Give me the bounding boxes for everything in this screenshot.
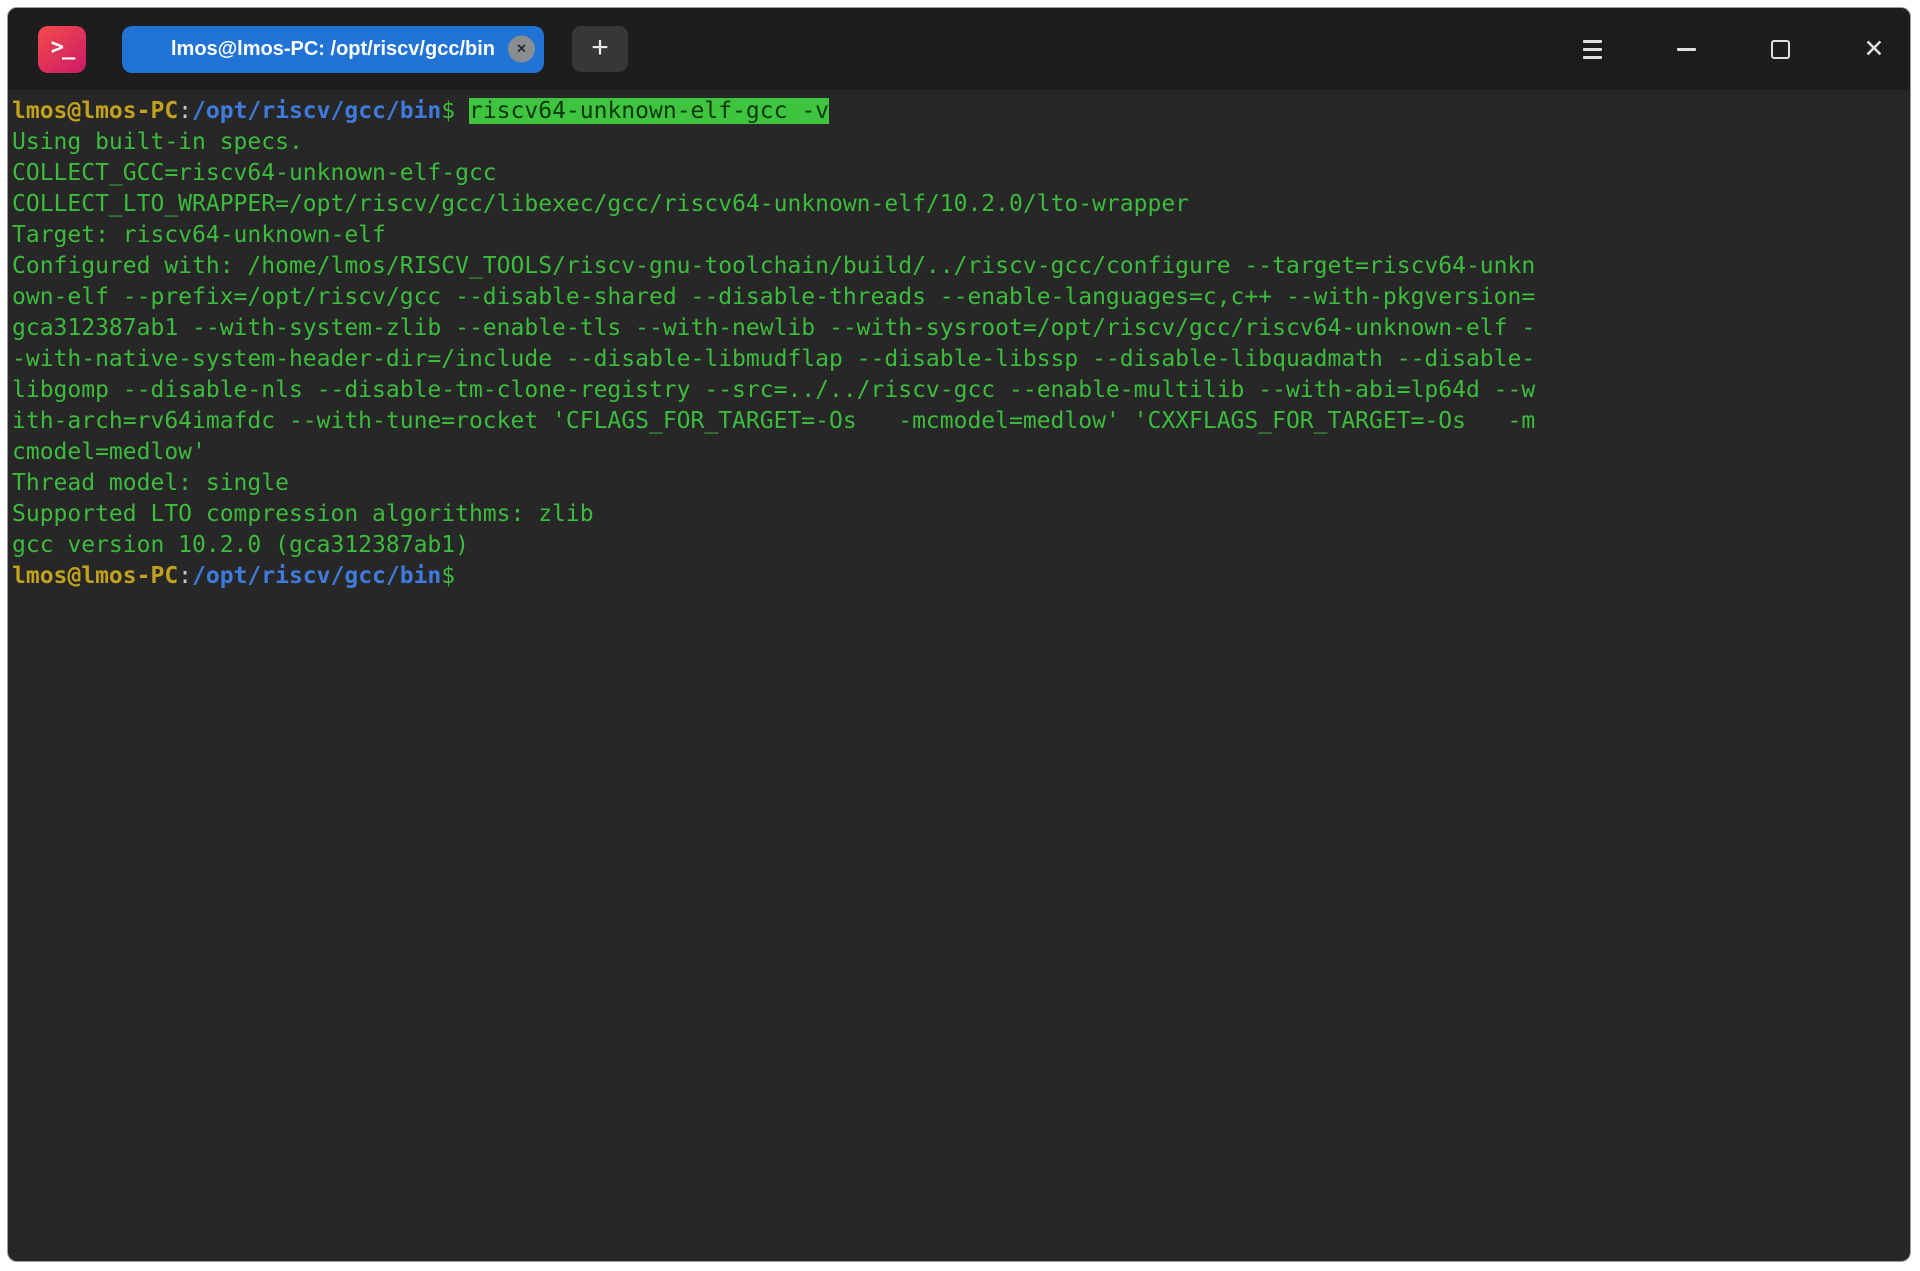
terminal-text-span: lmos@lmos-PC [12,563,178,589]
maximize-button[interactable] [1748,25,1812,73]
terminal-line: lmos@lmos-PC:/opt/riscv/gcc/bin$ [12,561,1906,592]
terminal-line: Supported LTO compression algorithms: zl… [12,499,1906,530]
close-button[interactable]: ✕ [1842,25,1906,73]
new-tab-button[interactable]: + [572,26,628,72]
terminal-text-span: /opt/riscv/gcc/bin [192,563,441,589]
minimize-button[interactable] [1654,25,1718,73]
minimize-icon [1677,48,1696,51]
terminal-line: gcc version 10.2.0 (gca312387ab1) [12,530,1906,561]
maximize-icon [1771,40,1790,59]
tab-active[interactable]: lmos@lmos-PC: /opt/riscv/gcc/bin × [122,26,544,73]
terminal-text-span: gca312387ab1 --with-system-zlib --enable… [12,315,1535,341]
terminal-line: Target: riscv64-unknown-elf [12,220,1906,251]
hamburger-menu-icon [1583,40,1602,59]
terminal-line: COLLECT_GCC=riscv64-unknown-elf-gcc [12,158,1906,189]
terminal-text-span: Supported LTO compression algorithms: zl… [12,501,594,527]
terminal-line: -with-native-system-header-dir=/include … [12,344,1906,375]
terminal-text-span: -with-native-system-header-dir=/include … [12,346,1535,372]
terminal-line: lmos@lmos-PC:/opt/riscv/gcc/bin$ riscv64… [12,96,1906,127]
terminal-line: own-elf --prefix=/opt/riscv/gcc --disabl… [12,282,1906,313]
terminal-text-span: Configured with: /home/lmos/RISCV_TOOLS/… [12,253,1535,279]
terminal-text-span: COLLECT_LTO_WRAPPER=/opt/riscv/gcc/libex… [12,191,1189,217]
terminal-text-span: : [178,563,192,589]
terminal-text-span: own-elf --prefix=/opt/riscv/gcc --disabl… [12,284,1535,310]
terminal-text-span: Using built-in specs. [12,129,303,155]
tab-title: lmos@lmos-PC: /opt/riscv/gcc/bin [171,38,495,61]
terminal-line: gca312387ab1 --with-system-zlib --enable… [12,313,1906,344]
tab-close-icon: × [517,41,526,57]
terminal-text-span: COLLECT_GCC=riscv64-unknown-elf-gcc [12,160,497,186]
titlebar[interactable]: >_ lmos@lmos-PC: /opt/riscv/gcc/bin × + … [8,8,1910,90]
window-controls: ✕ [1530,25,1906,73]
terminal-line: Thread model: single [12,468,1906,499]
terminal-text-span: : [178,98,192,124]
terminal-text-span: cmodel=medlow' [12,439,206,465]
terminal-window: >_ lmos@lmos-PC: /opt/riscv/gcc/bin × + … [7,7,1911,1262]
terminal-app-icon: >_ [38,26,86,73]
terminal-body[interactable]: lmos@lmos-PC:/opt/riscv/gcc/bin$ riscv64… [8,90,1910,592]
terminal-line: ith-arch=rv64imafdc --with-tune=rocket '… [12,406,1906,437]
terminal-text-span: Thread model: single [12,470,289,496]
terminal-text-span: Target: riscv64-unknown-elf [12,222,386,248]
terminal-line: COLLECT_LTO_WRAPPER=/opt/riscv/gcc/libex… [12,189,1906,220]
close-icon: ✕ [1864,37,1885,62]
terminal-text-span: /opt/riscv/gcc/bin [192,98,441,124]
tab-close-button[interactable]: × [508,36,535,63]
terminal-text-span: gcc version 10.2.0 (gca312387ab1) [12,532,469,558]
terminal-text-span: $ [441,563,455,589]
menu-button[interactable] [1560,25,1624,73]
terminal-line: Configured with: /home/lmos/RISCV_TOOLS/… [12,251,1906,282]
terminal-text-span: libgomp --disable-nls --disable-tm-clone… [12,377,1535,403]
terminal-text-span: $ [441,98,469,124]
terminal-text-span: ith-arch=rv64imafdc --with-tune=rocket '… [12,408,1535,434]
prompt-glyph-icon: >_ [51,35,74,60]
terminal-text-span: lmos@lmos-PC [12,98,178,124]
terminal-line: Using built-in specs. [12,127,1906,158]
terminal-line: libgomp --disable-nls --disable-tm-clone… [12,375,1906,406]
plus-icon: + [591,33,609,63]
terminal-line: cmodel=medlow' [12,437,1906,468]
selected-command-text: riscv64-unknown-elf-gcc -v [469,98,829,124]
